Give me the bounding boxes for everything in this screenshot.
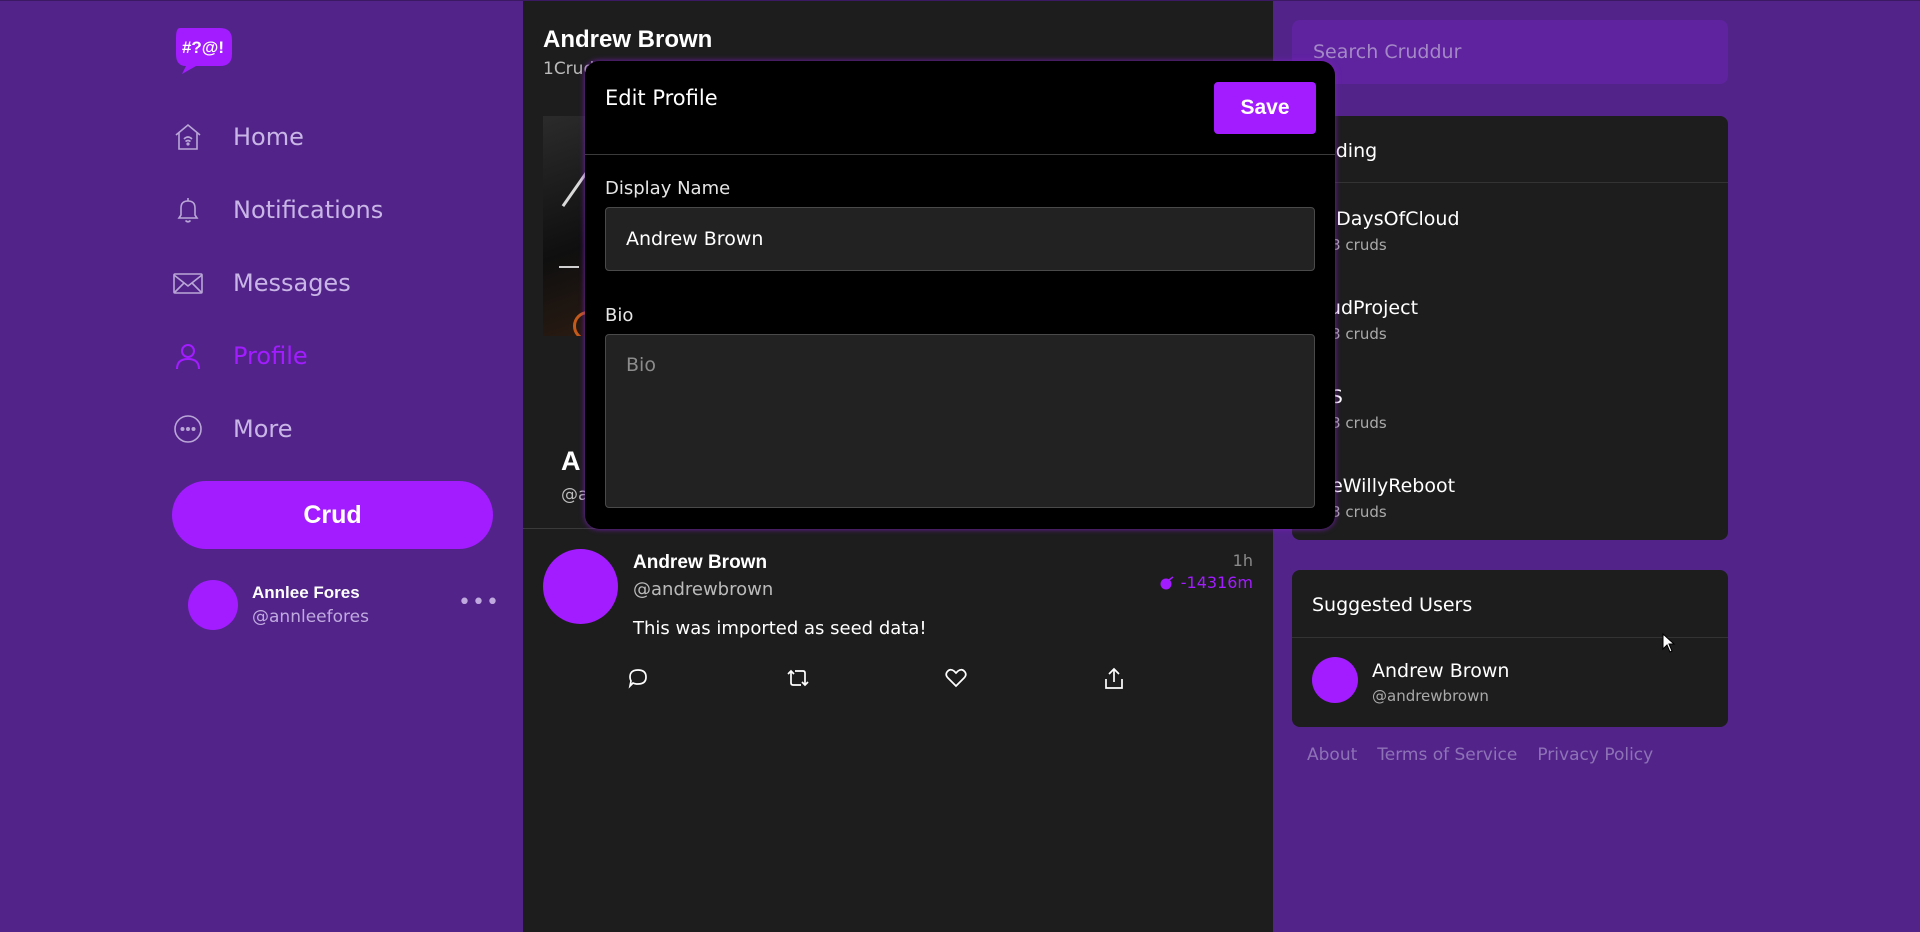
repost-icon[interactable] — [786, 667, 810, 691]
crud-button[interactable]: Crud — [172, 481, 493, 549]
avatar — [1312, 657, 1358, 703]
post-actions — [627, 667, 1127, 691]
more-circle-icon — [172, 413, 204, 445]
post-author-name[interactable]: Andrew Brown — [633, 552, 767, 574]
current-user-card[interactable]: Annlee Fores @annleefores ••• — [188, 580, 500, 630]
privacy-link[interactable]: Privacy Policy — [1537, 745, 1653, 765]
post-time: 1h — [1232, 551, 1253, 570]
logo-text: #?@! — [182, 38, 224, 57]
display-name-label: Display Name — [605, 178, 731, 199]
avatar[interactable] — [543, 549, 618, 624]
sidebar-nav: Home Notifications Messages Profile More — [172, 100, 502, 465]
divider — [1292, 182, 1728, 183]
bio-label: Bio — [605, 305, 634, 326]
suggested-users-header: Suggested Users — [1312, 594, 1473, 616]
bomb-icon — [1160, 575, 1174, 589]
share-icon[interactable] — [1103, 667, 1127, 691]
sidebar-item-label: Profile — [233, 341, 308, 370]
post-author-handle[interactable]: @andrewbrown — [633, 579, 773, 600]
sidebar-item-label: Messages — [233, 268, 351, 297]
right-column: ending 00DaysOfCloud 053 cruds loudProje… — [1292, 0, 1728, 932]
mouse-cursor-icon — [1662, 633, 1676, 653]
post-text: This was imported as seed data! — [633, 618, 927, 639]
about-link[interactable]: About — [1307, 745, 1357, 765]
mail-icon — [172, 267, 204, 299]
display-name-field[interactable] — [605, 207, 1315, 271]
sidebar-item-home[interactable]: Home — [172, 100, 502, 173]
suggested-user-item[interactable]: Andrew Brown @andrewbrown — [1312, 657, 1712, 707]
sidebar-item-label: More — [233, 414, 293, 443]
trending-item[interactable]: WS 053 cruds — [1312, 386, 1712, 446]
reply-icon[interactable] — [627, 667, 651, 691]
avatar — [188, 580, 238, 630]
search-input[interactable] — [1292, 20, 1728, 84]
trending-panel: ending 00DaysOfCloud 053 cruds loudProje… — [1292, 116, 1728, 540]
ellipsis-icon[interactable]: ••• — [458, 592, 500, 614]
like-icon[interactable] — [944, 667, 968, 691]
sidebar-item-more[interactable]: More — [172, 392, 502, 465]
post-expiry-text: -14316m — [1180, 573, 1253, 592]
sidebar-item-label: Home — [233, 122, 304, 151]
current-user-handle: @annleefores — [252, 607, 369, 627]
person-icon — [172, 340, 204, 372]
footer-links: About Terms of Service Privacy Policy — [1307, 745, 1653, 765]
home-icon — [172, 121, 204, 153]
logo[interactable]: #?@! — [172, 24, 234, 76]
suggested-user-handle: @andrewbrown — [1372, 687, 1489, 705]
sidebar-item-messages[interactable]: Messages — [172, 246, 502, 319]
terms-link[interactable]: Terms of Service — [1377, 745, 1517, 765]
save-button[interactable]: Save — [1214, 82, 1316, 134]
dialog-title: Edit Profile — [605, 86, 718, 110]
suggested-user-name: Andrew Brown — [1372, 660, 1510, 682]
current-user-name: Annlee Fores — [252, 583, 360, 602]
trending-item[interactable]: loudProject 253 cruds — [1312, 297, 1712, 357]
post-expiry: -14316m — [1159, 573, 1253, 592]
page-title: Andrew Brown — [543, 26, 713, 53]
sidebar-item-profile[interactable]: Profile — [172, 319, 502, 392]
sidebar: #?@! Home Notifications Messages Profile… — [172, 0, 502, 932]
sidebar-item-label: Notifications — [233, 195, 384, 224]
trending-item[interactable]: reeWillyReboot 753 cruds — [1312, 475, 1712, 535]
trending-item[interactable]: 00DaysOfCloud 053 cruds — [1312, 208, 1712, 268]
divider — [585, 154, 1335, 155]
bell-icon — [172, 194, 204, 226]
sidebar-item-notifications[interactable]: Notifications — [172, 173, 502, 246]
edit-profile-dialog: Edit Profile Save Display Name Bio — [585, 61, 1335, 529]
bio-field[interactable] — [605, 334, 1315, 508]
profile-name: A — [561, 446, 581, 476]
logo-icon: #?@! — [176, 28, 232, 74]
activity-item[interactable]: Andrew Brown @andrewbrown 1h -14316m Thi… — [523, 529, 1273, 709]
